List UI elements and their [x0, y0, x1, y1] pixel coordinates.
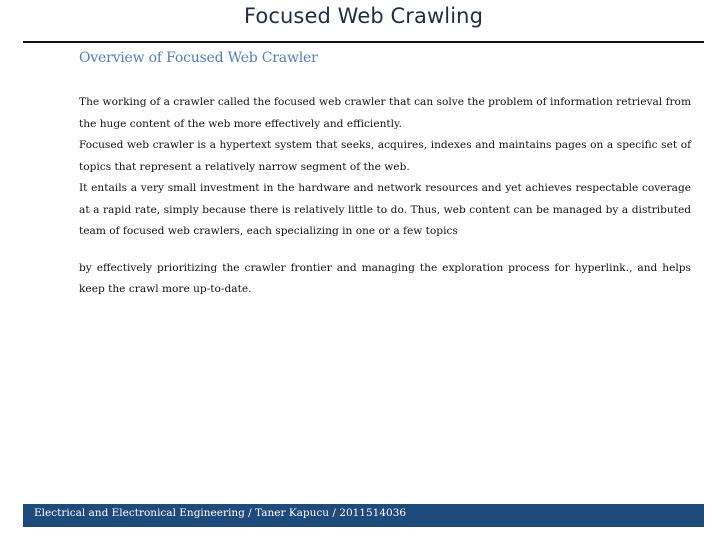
- section-heading: Overview of Focused Web Crawler: [79, 50, 318, 66]
- paragraph: by effectively prioritizing the crawler …: [79, 261, 691, 296]
- slide-title: Focused Web Crawling: [243, 4, 483, 28]
- footer-bar: Electrical and Electronical Engineering …: [23, 504, 704, 527]
- paragraph: It entails a very small investment in th…: [79, 182, 691, 237]
- paragraph: The working of a crawler called the focu…: [79, 96, 691, 130]
- body-text: The working of a crawler called the focu…: [79, 92, 691, 301]
- footer-text: Electrical and Electronical Engineering …: [34, 507, 407, 519]
- title-divider: [23, 41, 704, 43]
- paragraph: Focused web crawler is a hypertext syste…: [79, 139, 691, 173]
